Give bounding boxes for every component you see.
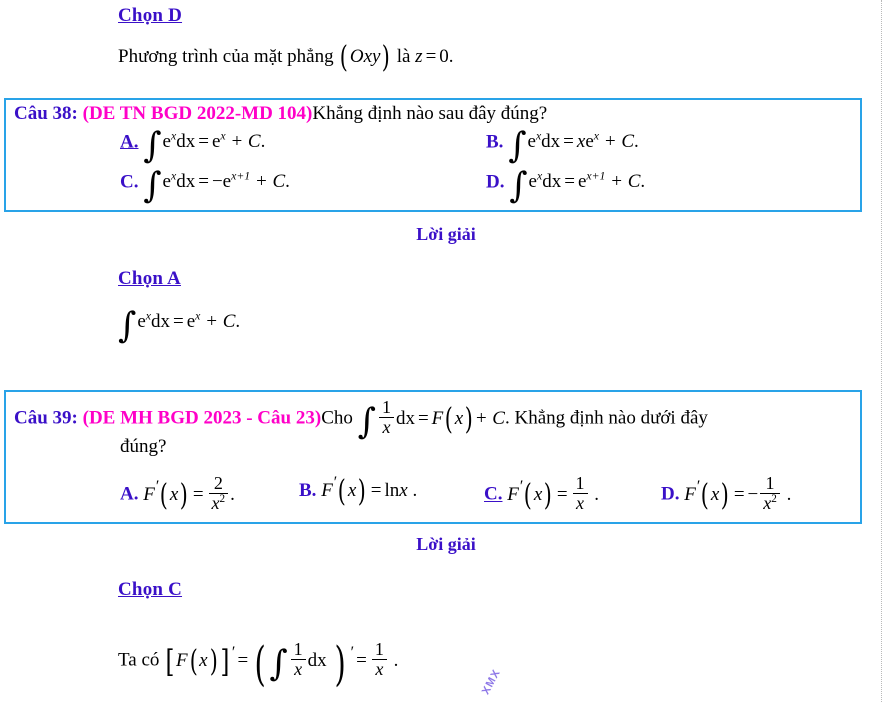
question-39-option-d[interactable]: D. F′(x) = −1 x2 . [661, 474, 791, 513]
option-a-label: A. [120, 131, 139, 153]
plane-expression: (Oxy) [340, 40, 391, 74]
option-c-label-39: C. [484, 483, 503, 505]
question-39-header: Câu 39: (DE MH BGD 2023 - Câu 23)Cho ∫ 1 x… [6, 392, 860, 443]
equation-operator: = [425, 46, 437, 67]
question-38-stem: Khẳng định nào sau đây đúng? [312, 103, 548, 124]
option-b-label-39: B. [299, 479, 317, 501]
option-d-label: D. [486, 171, 505, 193]
plane-equation: z = 0 [415, 46, 449, 67]
option-d-formula-39: F′(x) = −1 x2 . [684, 473, 792, 513]
option-d-formula: ∫exdx = ex+1 + C. [509, 165, 646, 207]
question-38-solution-equation: ∫exdx = ex + C. [118, 305, 241, 347]
watermark-text: XMX [479, 667, 504, 697]
question-38-choose-label: Chọn A [118, 267, 181, 291]
choose-answer-text-38: Chọn A [118, 268, 181, 289]
page-edge-guide [881, 0, 882, 702]
question-39-stem-integral: ∫ 1 x dx = F(x)+ C [357, 397, 505, 443]
question-39-stem-period: . [504, 407, 510, 429]
question-39-box: Câu 39: (DE MH BGD 2023 - Câu 23)Cho ∫ 1 x… [4, 390, 862, 524]
solution-prefix: Ta có [118, 649, 160, 671]
question-38-solution-heading: Lời giải [416, 224, 476, 244]
equation-lhs: z [415, 46, 423, 67]
question-38-option-d[interactable]: D. ∫exdx = ex+1 + C. [486, 165, 646, 207]
question-39-number: Câu 39: [14, 407, 78, 429]
equation-rhs: 0 [439, 46, 449, 67]
option-b-formula: ∫exdx = xex + C. [508, 125, 639, 167]
explanation-prefix: Phương trình của mặt phẳng [118, 46, 334, 67]
question-39-option-b[interactable]: B. F′(x) = lnx . [299, 473, 418, 508]
option-a-label-39: A. [120, 483, 139, 505]
question-39-option-c[interactable]: C. F′(x) = 1 x . [484, 474, 599, 513]
top-explanation-line: Phương trình của mặt phẳng (Oxy) là z = 0. [118, 40, 454, 74]
question-39-stem-suffix: Khẳng định nào dưới đây [514, 407, 708, 429]
explanation-middle: là [396, 46, 411, 67]
plane-symbol: Oxy [349, 46, 381, 67]
option-b-formula-39: F′(x) = lnx . [321, 473, 418, 508]
question-39-option-a[interactable]: A. F′(x) = 2 x2. [120, 474, 235, 513]
explanation-period: . [448, 46, 454, 67]
option-b-label: B. [486, 131, 504, 153]
question-39-source: (DE MH BGD 2023 - Câu 23) [82, 407, 322, 429]
option-c-formula-39: F′(x) = 1 x . [507, 473, 600, 513]
option-a-formula: ∫exdx = ex + C. [143, 125, 266, 167]
question-38-option-c[interactable]: C. ∫exdx = −ex+1 + C. [120, 165, 290, 207]
question-39-solution-heading: Lời giải [416, 534, 476, 554]
question-39-solution-equation: Ta có [F(x)]′ = (∫ 1 x dx ) ′ = 1 x . [118, 636, 399, 691]
question-38-source: (DE TN BGD 2022-MD 104) [82, 103, 313, 124]
question-39-choose-label: Chọn C [118, 578, 182, 602]
option-a-formula-39: F′(x) = 2 x2. [143, 473, 235, 513]
question-39-stem-prefix: Cho [321, 407, 353, 429]
question-38-box: Câu 38: (DE TN BGD 2022-MD 104)Khẳng địn… [4, 98, 862, 212]
solution-formula: [F(x)]′ = (∫ 1 x dx ) ′ = 1 x . [165, 636, 399, 691]
option-d-label-39: D. [661, 483, 680, 505]
choose-answer-text-39: Chọn C [118, 579, 183, 600]
option-c-label: C. [120, 171, 139, 193]
question-38-number: Câu 38: [14, 103, 78, 124]
choose-answer-text: Chọn D [118, 5, 183, 26]
question-38-option-b[interactable]: B. ∫exdx = xex + C. [486, 125, 639, 167]
question-38-option-a[interactable]: A. ∫exdx = ex + C. [120, 125, 266, 167]
question-38-header: Câu 38: (DE TN BGD 2022-MD 104)Khẳng địn… [6, 100, 860, 125]
top-choose-label: Chọn D [118, 4, 182, 28]
option-c-formula: ∫exdx = −ex+1 + C. [143, 165, 290, 207]
question-39-stem-continuation: đúng? [120, 436, 167, 457]
